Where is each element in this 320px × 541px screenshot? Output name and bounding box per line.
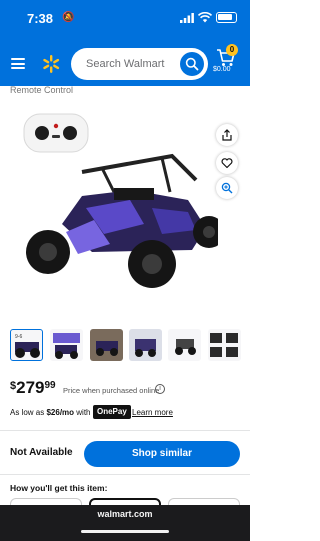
mute-bell-icon: 🔕 bbox=[62, 12, 75, 23]
financing-amount: $26/mo bbox=[46, 408, 75, 417]
price: $27999 bbox=[10, 378, 56, 398]
status-bar: 7:38 🔕 bbox=[0, 0, 250, 36]
product-image[interactable] bbox=[12, 104, 218, 304]
walmart-spark-icon[interactable] bbox=[41, 54, 61, 74]
shop-similar-button[interactable]: Shop similar bbox=[84, 441, 240, 467]
cart-total: $0.00 bbox=[213, 66, 231, 73]
share-icon bbox=[222, 129, 232, 141]
cart-count-badge: 0 bbox=[226, 44, 238, 56]
search-icon bbox=[185, 57, 199, 71]
thumbnail-1[interactable]: 9-6 bbox=[10, 329, 43, 361]
thumbnail-3[interactable] bbox=[90, 329, 123, 361]
zoom-icon bbox=[221, 182, 233, 194]
divider bbox=[0, 474, 250, 475]
favorite-button[interactable] bbox=[216, 152, 238, 174]
thumbnail-2[interactable] bbox=[50, 329, 83, 361]
price-note: Price when purchased online bbox=[63, 386, 160, 395]
thumbnail-5[interactable] bbox=[168, 329, 201, 361]
thumbnail-strip: 9-6 bbox=[10, 329, 242, 361]
home-indicator[interactable] bbox=[81, 530, 169, 533]
partial-product-text: Remote Control bbox=[10, 86, 74, 94]
zoom-button[interactable] bbox=[216, 177, 238, 199]
price-cents: 99 bbox=[44, 380, 56, 391]
wifi-icon bbox=[198, 12, 212, 23]
search-button[interactable] bbox=[180, 52, 204, 76]
battery-icon bbox=[216, 12, 237, 23]
menu-icon[interactable] bbox=[11, 58, 25, 69]
availability-status: Not Available bbox=[10, 447, 73, 458]
thumbnail-4[interactable] bbox=[129, 329, 162, 361]
thumbnail-label: 9-6 bbox=[15, 334, 22, 340]
browser-url-bar[interactable]: walmart.com bbox=[0, 505, 250, 541]
heart-icon bbox=[221, 158, 233, 169]
cellular-signal-icon bbox=[180, 13, 194, 23]
info-icon[interactable]: i bbox=[155, 384, 165, 394]
financing-prefix: As low as bbox=[10, 408, 47, 417]
utv-ride-on-car-image bbox=[26, 153, 218, 288]
status-time: 7:38 bbox=[27, 11, 54, 26]
price-whole: 279 bbox=[16, 378, 45, 397]
fulfillment-heading: How you'll get this item: bbox=[10, 483, 108, 493]
price-currency: $ bbox=[10, 380, 17, 392]
browser-url[interactable]: walmart.com bbox=[0, 509, 250, 519]
thumbnail-6[interactable] bbox=[208, 329, 241, 361]
financing-text: As low as $26/mo with bbox=[10, 408, 91, 417]
divider bbox=[0, 430, 250, 431]
search-bar[interactable]: Search Walmart bbox=[71, 48, 208, 80]
onepay-badge: OnePay bbox=[93, 405, 131, 419]
financing-suffix: with bbox=[74, 408, 91, 417]
search-input[interactable]: Search Walmart bbox=[86, 58, 164, 70]
remote-control-image bbox=[23, 113, 89, 153]
learn-more-link[interactable]: Learn more bbox=[132, 408, 173, 417]
share-button[interactable] bbox=[216, 124, 238, 146]
